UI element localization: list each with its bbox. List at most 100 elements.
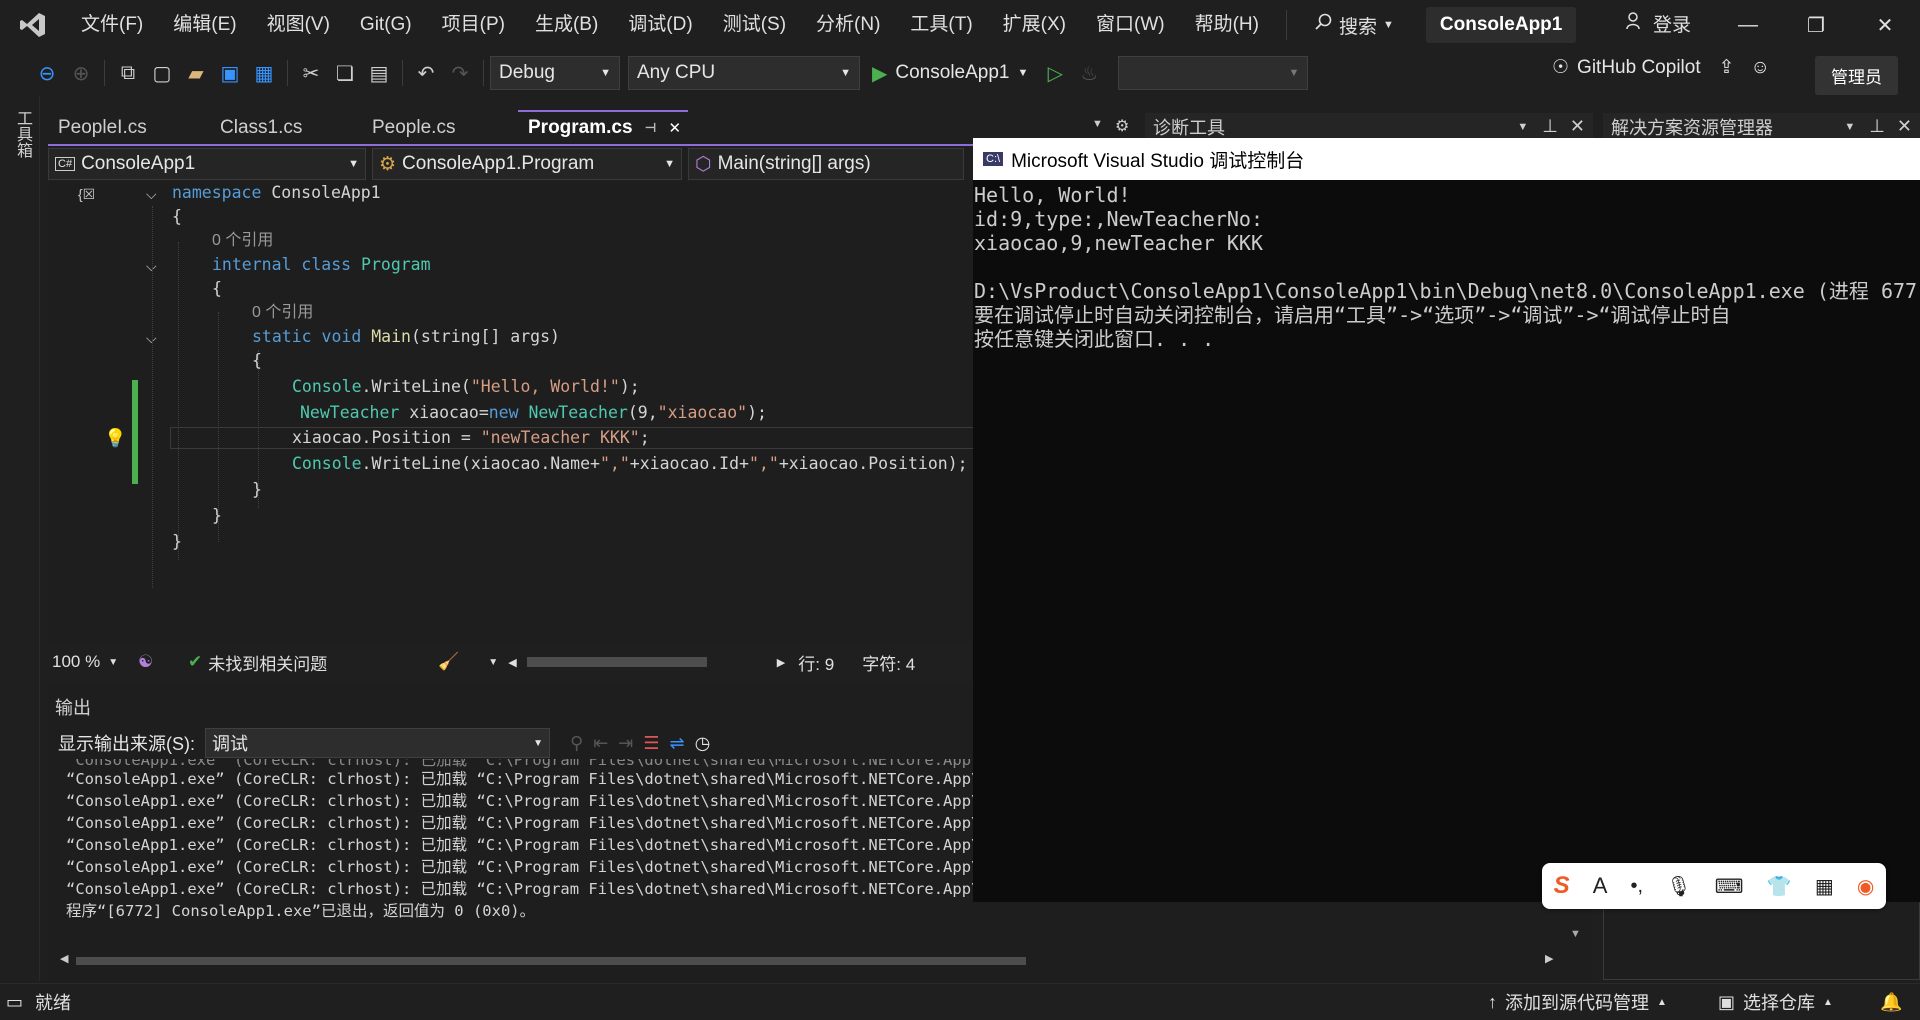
new-item-button[interactable]: ▢ <box>145 56 179 90</box>
lightbulb-icon[interactable]: 💡 <box>104 428 126 449</box>
menu-extensions[interactable]: 扩展(X) <box>988 0 1081 50</box>
debug-target-select[interactable]: ▼ <box>1118 56 1309 90</box>
menu-test[interactable]: 测试(S) <box>708 0 801 50</box>
pin-icon[interactable]: ⊥ <box>1542 116 1558 137</box>
scroll-down-icon[interactable]: ▼ <box>1570 928 1581 940</box>
chevron-down-icon[interactable]: ▼ <box>1092 118 1103 130</box>
scroll-thumb[interactable] <box>76 957 1026 965</box>
go-next-message-icon[interactable]: ⇥ <box>618 733 633 754</box>
tab-program[interactable]: Program.cs ⊣ ✕ <box>518 110 688 144</box>
visual-studio-logo-icon[interactable] <box>0 0 66 50</box>
cleanup-icon[interactable]: 🧹 <box>438 652 488 672</box>
fold-toggle-icon[interactable]: ⌵ <box>146 186 157 203</box>
font-icon[interactable]: A <box>1593 873 1608 899</box>
intellicode-icon[interactable]: ☯ <box>138 652 188 672</box>
back-button[interactable]: ⊖ <box>30 56 64 90</box>
tab-class1[interactable]: Class1.cs <box>210 110 356 144</box>
select-repository-button[interactable]: ▣ 选择仓库 ▲ <box>1718 989 1833 1015</box>
new-project-button[interactable]: ⧉ <box>111 56 145 90</box>
output-hscrollbar[interactable]: ◀ ▶ <box>60 952 1560 968</box>
close-icon[interactable]: ✕ <box>1570 116 1585 137</box>
chevron-down-icon: ▼ <box>1017 67 1029 79</box>
pin-icon[interactable]: ⊣ <box>645 120 657 136</box>
find-in-output-icon[interactable]: ⚲ <box>570 733 583 754</box>
chevron-down-icon[interactable]: ▼ <box>488 657 508 668</box>
close-icon[interactable]: ✕ <box>668 119 681 137</box>
member-dropdown[interactable]: ⬡ Main(string[] args) <box>688 148 964 180</box>
menu-git[interactable]: Git(G) <box>345 0 427 50</box>
paste-button[interactable]: ▤ <box>362 56 396 90</box>
scroll-right-icon[interactable]: ▶ <box>777 656 785 669</box>
scroll-thumb[interactable] <box>526 657 707 667</box>
copy-button[interactable]: ❏ <box>328 56 362 90</box>
close-icon[interactable]: ✕ <box>1897 116 1912 137</box>
zoom-dropdown[interactable]: 100 % ▼ <box>48 652 138 672</box>
menu-file[interactable]: 文件(F) <box>66 0 158 50</box>
scroll-left-icon[interactable]: ◀ <box>508 656 516 669</box>
sogou-logo-icon[interactable]: S <box>1554 872 1570 900</box>
menu-tools[interactable]: 工具(T) <box>895 0 987 50</box>
skin-icon[interactable]: 👕 <box>1767 874 1792 899</box>
github-copilot-button[interactable]: ☉ GitHub Copilot ⇪ ☺ <box>1552 56 1770 79</box>
reference-count[interactable]: 0 个引用 <box>252 302 313 324</box>
start-without-debugging-button[interactable]: ▷ <box>1038 56 1072 90</box>
configuration-select[interactable]: Debug ▼ <box>490 56 620 90</box>
save-all-button[interactable]: ▦ <box>247 56 281 90</box>
punctuation-icon[interactable]: •, <box>1631 875 1644 898</box>
project-dropdown[interactable]: C# ConsoleApp1 ▼ <box>48 148 366 180</box>
editor-hscrollbar[interactable]: ◀ ▶ <box>508 655 798 669</box>
clock-icon[interactable]: ◷ <box>695 733 711 754</box>
menu-analyze[interactable]: 分析(N) <box>801 0 895 50</box>
word-wrap-icon[interactable]: ⇌ <box>670 733 685 754</box>
open-button[interactable]: ▰ <box>179 56 213 90</box>
minimize-button[interactable]: — <box>1718 0 1778 50</box>
undo-button[interactable]: ↶ <box>409 56 443 90</box>
scroll-right-icon[interactable]: ▶ <box>1545 952 1553 965</box>
chevron-down-icon[interactable]: ▼ <box>1517 121 1528 133</box>
tab-peoplei[interactable]: PeopleI.cs <box>48 110 204 144</box>
cut-button[interactable]: ✂ <box>294 56 328 90</box>
share-icon[interactable]: ⇪ <box>1719 56 1735 79</box>
run-button[interactable]: ▶ ConsoleApp1 ▼ <box>872 61 1028 86</box>
clear-all-icon[interactable]: ☰ <box>643 733 659 754</box>
menu-edit[interactable]: 编辑(E) <box>158 0 251 50</box>
gear-icon[interactable]: ⚙ <box>1115 116 1129 136</box>
menu-view[interactable]: 视图(V) <box>252 0 345 50</box>
menu-window[interactable]: 窗口(W) <box>1081 0 1180 50</box>
menu-project[interactable]: 项目(P) <box>427 0 520 50</box>
tab-label: PeopleI.cs <box>58 117 147 138</box>
scroll-left-icon[interactable]: ◀ <box>60 952 68 965</box>
output-source-select[interactable]: 调试 ▼ <box>205 728 550 758</box>
mascot-icon[interactable]: ◉ <box>1857 874 1874 899</box>
microphone-icon[interactable]: 🎙 <box>1666 874 1691 899</box>
feedback-icon[interactable]: ☺ <box>1751 57 1770 79</box>
redo-button[interactable]: ↷ <box>443 56 477 90</box>
code-editor[interactable]: {☒ 💡 ⌵ ⌵ ⌵ namespace ConsoleApp1 { 0 个引用… <box>48 182 973 644</box>
issues-label[interactable]: 未找到相关问题 <box>208 650 438 675</box>
chevron-down-icon[interactable]: ▼ <box>1844 121 1855 133</box>
search-button[interactable]: 搜索 ▼ <box>1299 12 1408 39</box>
toolbox-tab[interactable]: 工具箱 <box>10 110 34 158</box>
hot-reload-button[interactable]: ♨ <box>1072 56 1106 90</box>
keyboard-icon[interactable]: ⌨ <box>1715 874 1744 899</box>
save-button[interactable]: ▣ <box>213 56 247 90</box>
forward-button[interactable]: ⊕ <box>64 56 98 90</box>
menu-debug[interactable]: 调试(D) <box>613 0 707 50</box>
output-window-icon[interactable]: ▭ <box>6 992 23 1013</box>
code-token: "newTeacher KKK" <box>480 428 640 447</box>
add-to-source-control-button[interactable]: ↑ 添加到源代码管理 ▲ <box>1488 989 1667 1015</box>
bell-icon[interactable]: 🔔 <box>1880 992 1902 1013</box>
toolbox-grid-icon[interactable]: ▦ <box>1815 874 1834 899</box>
class-icon: ⚙ <box>379 153 397 175</box>
go-prev-message-icon[interactable]: ⇤ <box>593 733 608 754</box>
tab-people[interactable]: People.cs <box>362 110 512 144</box>
restore-button[interactable]: ❐ <box>1786 0 1846 50</box>
login-button[interactable]: 登录 <box>1625 10 1691 37</box>
platform-select[interactable]: Any CPU ▼ <box>628 56 860 90</box>
menu-build[interactable]: 生成(B) <box>520 0 613 50</box>
close-window-button[interactable]: ✕ <box>1855 0 1915 50</box>
menu-help[interactable]: 帮助(H) <box>1180 0 1274 50</box>
pin-icon[interactable]: ⊥ <box>1869 116 1885 137</box>
type-dropdown[interactable]: ⚙ ConsoleApp1.Program ▼ <box>372 148 682 180</box>
reference-count[interactable]: 0 个引用 <box>212 230 273 252</box>
